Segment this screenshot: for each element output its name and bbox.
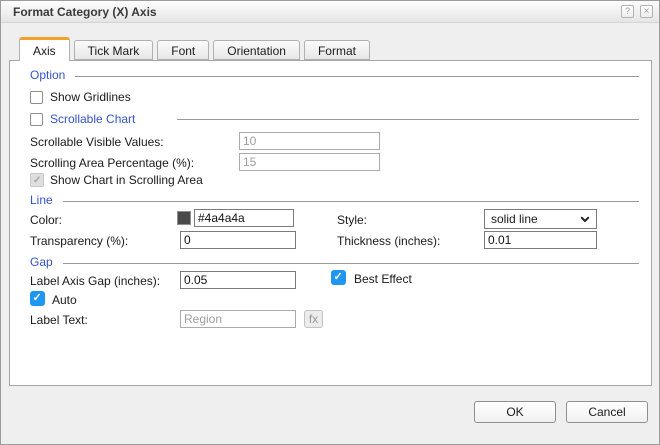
color-label: Color: [30,213,63,227]
style-select[interactable]: solid line [484,209,597,229]
close-icon[interactable]: × [640,5,653,18]
tab-tick-mark[interactable]: Tick Mark [73,40,154,60]
label-text-label: Label Text: [30,313,88,327]
format-axis-dialog: Format Category (X) Axis ? × Axis Tick M… [0,0,660,445]
tab-orientation[interactable]: Orientation [213,40,300,60]
line-section-header: Line [30,193,639,207]
auto-label: Auto [52,293,77,307]
best-effect-label: Best Effect [354,272,412,286]
chevron-down-icon [580,215,590,222]
style-select-value: solid line [491,212,538,226]
scrolling-area-percentage-input [239,153,380,171]
style-label: Style: [337,213,368,227]
scrolling-area-percentage-label: Scrolling Area Percentage (%): [30,156,195,170]
line-section-title: Line [30,193,53,207]
scrollable-visible-values-label: Scrollable Visible Values: [30,135,164,149]
ok-button[interactable]: OK [474,401,556,423]
cancel-button[interactable]: Cancel [566,401,648,423]
gap-section-header: Gap [30,255,639,269]
section-divider [75,75,639,77]
label-axis-gap-label: Label Axis Gap (inches): [30,274,161,288]
scrollable-chart-label: Scrollable Chart [50,112,136,126]
label-axis-gap-input[interactable] [180,271,296,289]
color-swatch[interactable] [177,211,191,225]
label-text-input [180,310,296,328]
thickness-input[interactable] [484,231,597,249]
title-bar: Format Category (X) Axis ? × [1,1,659,23]
show-gridlines-label: Show Gridlines [50,90,131,104]
show-chart-in-scrolling-area-label: Show Chart in Scrolling Area [50,173,203,187]
section-divider [62,200,639,202]
help-icon[interactable]: ? [621,5,634,18]
scrollable-visible-values-input [239,132,380,150]
transparency-input[interactable] [180,231,296,249]
tab-format[interactable]: Format [303,40,370,60]
section-divider [62,262,639,264]
scrollable-chart-divider [177,119,639,120]
best-effect-checkbox[interactable] [331,270,346,285]
dialog-title: Format Category (X) Axis [13,5,157,19]
auto-checkbox[interactable] [30,291,45,306]
scrollable-chart-checkbox[interactable] [30,113,43,126]
option-section-header: Option [30,68,639,82]
color-input[interactable] [194,209,294,227]
show-chart-in-scrolling-area-checkbox [30,173,44,187]
tab-bar: Axis Tick Mark Font Orientation Format [19,37,370,61]
transparency-label: Transparency (%): [30,234,129,248]
axis-tab-panel: Option Show Gridlines Scrollable Chart S… [9,60,652,386]
tab-axis[interactable]: Axis [19,37,70,61]
tab-font[interactable]: Font [157,40,210,60]
option-section-title: Option [30,68,66,82]
formula-fx-button: fx [304,310,323,328]
gap-section-title: Gap [30,255,53,269]
show-gridlines-checkbox[interactable] [30,91,43,104]
thickness-label: Thickness (inches): [337,234,441,248]
